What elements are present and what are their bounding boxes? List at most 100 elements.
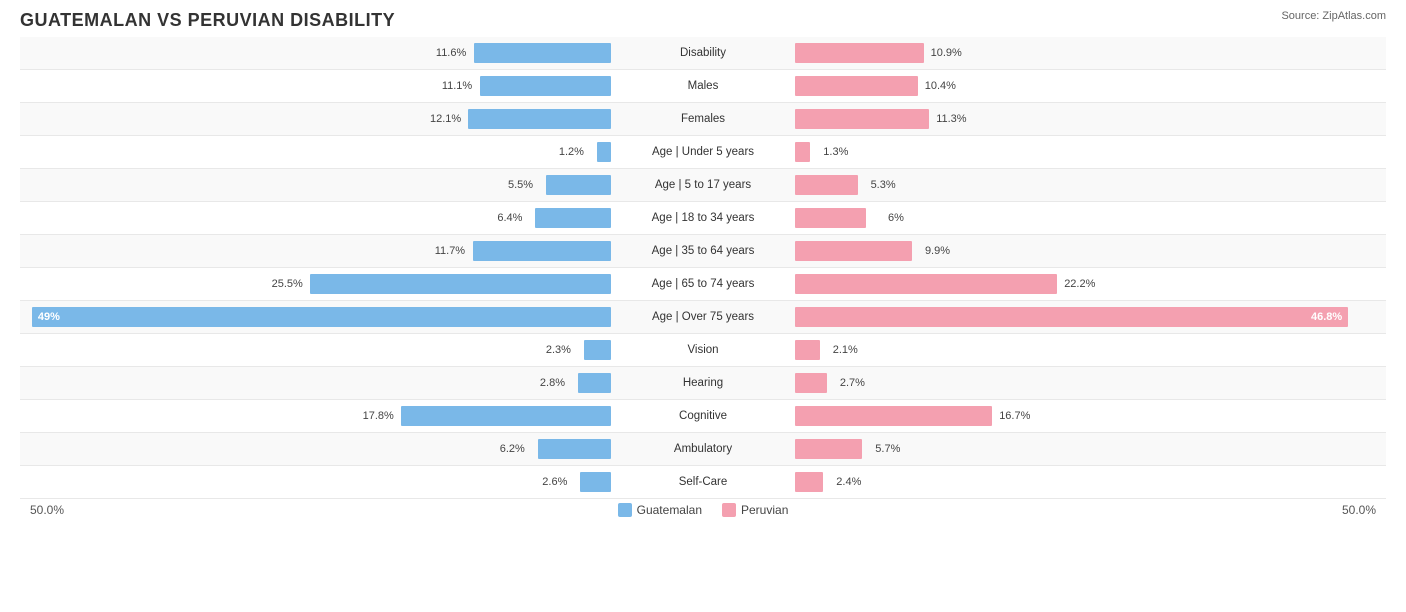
bar-peruvian: 11.3% xyxy=(795,109,929,129)
bar-row: 2.8% Hearing 2.7% xyxy=(20,367,1386,400)
right-section: 10.4% xyxy=(793,70,1386,102)
peruvian-value: 2.1% xyxy=(833,344,858,356)
left-section: 11.1% xyxy=(20,70,613,102)
bar-peruvian: 46.8% xyxy=(795,307,1348,327)
peruvian-value: 1.3% xyxy=(823,146,848,158)
right-section: 11.3% xyxy=(793,103,1386,135)
chart-title: GUATEMALAN VS PERUVIAN DISABILITY xyxy=(20,10,1386,31)
row-label: Disability xyxy=(613,47,793,59)
guatemalan-value: 11.6% xyxy=(436,47,466,59)
bar-row: 12.1% Females 11.3% xyxy=(20,103,1386,136)
right-section: 2.4% xyxy=(793,466,1386,498)
legend-peruvian-box xyxy=(722,503,736,517)
peruvian-value: 5.7% xyxy=(875,443,900,455)
right-section: 6% xyxy=(793,202,1386,234)
footer-right-value: 50.0% xyxy=(1342,503,1386,517)
guatemalan-value: 6.2% xyxy=(500,443,525,455)
guatemalan-value: 1.2% xyxy=(559,146,584,158)
bar-guatemalan: 6.4% xyxy=(535,208,611,228)
bar-peruvian: 2.4% xyxy=(795,472,823,492)
bar-guatemalan: 49% xyxy=(32,307,611,327)
left-section: 17.8% xyxy=(20,400,613,432)
row-label: Ambulatory xyxy=(613,443,793,455)
chart-area: 11.6% Disability 10.9% 11.1% Males 10.4% xyxy=(20,37,1386,499)
left-section: 49% xyxy=(20,301,613,333)
legend-peruvian: Peruvian xyxy=(722,503,788,517)
row-label: Females xyxy=(613,113,793,125)
chart-footer: 50.0% Guatemalan Peruvian 50.0% xyxy=(20,503,1386,517)
peruvian-value: 2.7% xyxy=(840,377,865,389)
guatemalan-value: 2.8% xyxy=(540,377,565,389)
left-section: 2.8% xyxy=(20,367,613,399)
bar-row: 6.2% Ambulatory 5.7% xyxy=(20,433,1386,466)
bar-row: 11.6% Disability 10.9% xyxy=(20,37,1386,70)
bar-peruvian: 1.3% xyxy=(795,142,810,162)
peruvian-value: 16.7% xyxy=(999,410,1030,422)
bar-guatemalan: 2.6% xyxy=(580,472,611,492)
bar-row: 25.5% Age | 65 to 74 years 22.2% xyxy=(20,268,1386,301)
bar-peruvian: 2.7% xyxy=(795,373,827,393)
row-label: Age | 65 to 74 years xyxy=(613,278,793,290)
row-label: Cognitive xyxy=(613,410,793,422)
legend-guatemalan-label: Guatemalan xyxy=(637,503,702,517)
guatemalan-value: 11.1% xyxy=(442,80,472,92)
chart-container: GUATEMALAN VS PERUVIAN DISABILITY Source… xyxy=(0,0,1406,612)
bar-guatemalan: 6.2% xyxy=(538,439,611,459)
bar-guatemalan: 11.1% xyxy=(480,76,611,96)
source-text: Source: ZipAtlas.com xyxy=(1281,10,1386,22)
peruvian-value: 2.4% xyxy=(836,476,861,488)
peruvian-value: 10.9% xyxy=(931,47,962,59)
bar-peruvian: 10.4% xyxy=(795,76,918,96)
bar-peruvian: 16.7% xyxy=(795,406,992,426)
bar-row: 2.6% Self-Care 2.4% xyxy=(20,466,1386,499)
bar-row: 17.8% Cognitive 16.7% xyxy=(20,400,1386,433)
guatemalan-value: 5.5% xyxy=(508,179,533,191)
bar-guatemalan: 11.7% xyxy=(473,241,611,261)
right-section: 2.7% xyxy=(793,367,1386,399)
right-section: 1.3% xyxy=(793,136,1386,168)
right-section: 9.9% xyxy=(793,235,1386,267)
right-section: 2.1% xyxy=(793,334,1386,366)
right-section: 16.7% xyxy=(793,400,1386,432)
right-section: 5.3% xyxy=(793,169,1386,201)
legend-peruvian-label: Peruvian xyxy=(741,503,788,517)
bar-peruvian: 10.9% xyxy=(795,43,924,63)
peruvian-value: 46.8% xyxy=(1311,311,1342,323)
left-section: 5.5% xyxy=(20,169,613,201)
peruvian-value: 6% xyxy=(888,212,904,224)
legend-guatemalan: Guatemalan xyxy=(618,503,702,517)
bar-guatemalan: 25.5% xyxy=(310,274,611,294)
bar-guatemalan: 12.1% xyxy=(468,109,611,129)
bar-row: 6.4% Age | 18 to 34 years 6% xyxy=(20,202,1386,235)
bar-guatemalan: 5.5% xyxy=(546,175,611,195)
bar-guatemalan: 11.6% xyxy=(474,43,611,63)
guatemalan-value: 12.1% xyxy=(430,113,461,125)
row-label: Hearing xyxy=(613,377,793,389)
bar-guatemalan: 2.3% xyxy=(584,340,611,360)
peruvian-value: 9.9% xyxy=(925,245,950,257)
row-label: Vision xyxy=(613,344,793,356)
guatemalan-value: 25.5% xyxy=(272,278,303,290)
left-section: 11.7% xyxy=(20,235,613,267)
peruvian-value: 11.3% xyxy=(936,113,966,125)
bar-row: 11.1% Males 10.4% xyxy=(20,70,1386,103)
row-label: Age | Under 5 years xyxy=(613,146,793,158)
row-label: Age | 35 to 64 years xyxy=(613,245,793,257)
bar-peruvian: 5.3% xyxy=(795,175,858,195)
row-label: Age | Over 75 years xyxy=(613,311,793,323)
chart-legend: Guatemalan Peruvian xyxy=(618,503,789,517)
peruvian-value: 22.2% xyxy=(1064,278,1095,290)
legend-guatemalan-box xyxy=(618,503,632,517)
left-section: 6.4% xyxy=(20,202,613,234)
left-section: 12.1% xyxy=(20,103,613,135)
row-label: Males xyxy=(613,80,793,92)
guatemalan-value: 2.3% xyxy=(546,344,571,356)
left-section: 2.3% xyxy=(20,334,613,366)
bar-guatemalan: 1.2% xyxy=(597,142,611,162)
footer-left-value: 50.0% xyxy=(20,503,64,517)
row-label: Age | 18 to 34 years xyxy=(613,212,793,224)
bar-peruvian: 2.1% xyxy=(795,340,820,360)
bar-row: 1.2% Age | Under 5 years 1.3% xyxy=(20,136,1386,169)
row-label: Age | 5 to 17 years xyxy=(613,179,793,191)
bar-row: 5.5% Age | 5 to 17 years 5.3% xyxy=(20,169,1386,202)
